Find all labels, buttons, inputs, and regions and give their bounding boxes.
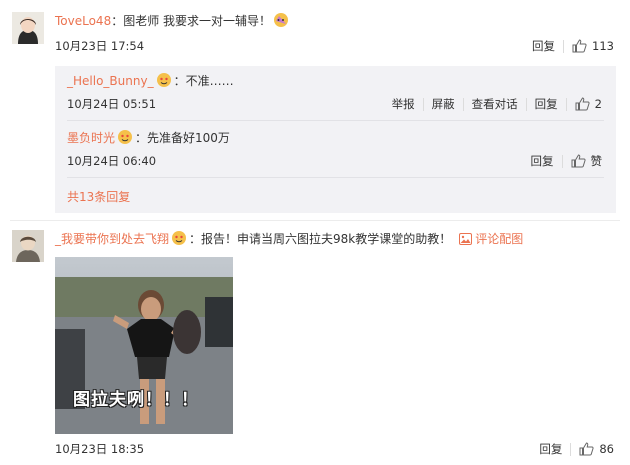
comment-text: ：图老师 我要求一对一辅导！ bbox=[111, 14, 272, 28]
comment-time: 10月23日 17:54 bbox=[55, 39, 145, 53]
emoji-icon bbox=[273, 12, 289, 28]
divider bbox=[67, 120, 604, 121]
report-button[interactable]: 举报 bbox=[392, 96, 415, 112]
comment-header: ToveLo48：图老师 我要求一对一辅导！ bbox=[55, 12, 291, 29]
comment-picture-link[interactable]: 评论配图 bbox=[459, 232, 523, 246]
reply-button[interactable]: 回复 bbox=[531, 153, 554, 169]
avatar[interactable] bbox=[12, 230, 44, 262]
reply-header: _Hello_Bunny_ ：不准…… bbox=[67, 72, 234, 89]
comment-username[interactable]: _我要带你到处去飞翔 bbox=[55, 232, 169, 246]
thumbs-up-icon bbox=[579, 442, 594, 456]
photo-caption: 图拉夫咧！！！ bbox=[73, 390, 199, 410]
divider bbox=[10, 220, 620, 221]
comment-header: _我要带你到处去飞翔 ：报告！申请当周六图拉夫98k教学课堂的助教！ 评论配图 bbox=[55, 230, 523, 249]
thumbs-up-icon bbox=[571, 154, 586, 168]
reply-username[interactable]: _Hello_Bunny_ bbox=[67, 74, 154, 88]
comment-time: 10月23日 18:35 bbox=[55, 442, 145, 456]
avatar[interactable] bbox=[12, 12, 44, 44]
reply-button[interactable]: 回复 bbox=[535, 96, 558, 112]
comment-photo[interactable]: 图拉夫咧！！！ bbox=[55, 257, 233, 434]
like-button[interactable]: 113 bbox=[572, 39, 614, 53]
view-conversation-button[interactable]: 查看对话 bbox=[472, 96, 518, 112]
reply-time: 10月24日 05:51 bbox=[67, 97, 157, 111]
reply-button[interactable]: 回复 bbox=[532, 38, 555, 54]
like-count: 86 bbox=[599, 442, 614, 456]
emoji-icon bbox=[156, 72, 172, 88]
like-label: 赞 bbox=[590, 154, 603, 168]
like-count: 2 bbox=[594, 97, 602, 111]
reply-header: 墨负时光 ：先准备好100万 bbox=[67, 129, 230, 146]
block-button[interactable]: 屏蔽 bbox=[432, 96, 455, 112]
thumbs-up-icon bbox=[575, 97, 590, 111]
like-button[interactable]: 赞 bbox=[571, 153, 603, 169]
divider bbox=[67, 177, 604, 178]
reply-list: _Hello_Bunny_ ：不准…… 10月24日 05:51 举报 屏蔽 查看… bbox=[55, 66, 616, 213]
reply-text: ：先准备好100万 bbox=[135, 131, 230, 145]
comment-picture-label: 评论配图 bbox=[475, 232, 524, 246]
comment-actions: 回复 86 bbox=[539, 441, 614, 457]
reply-button[interactable]: 回复 bbox=[539, 441, 562, 457]
divider bbox=[565, 97, 567, 111]
divider bbox=[462, 97, 464, 111]
reply-actions: 举报 屏蔽 查看对话 回复 2 bbox=[392, 96, 602, 112]
divider bbox=[570, 442, 572, 456]
like-count: 113 bbox=[592, 39, 614, 53]
picture-icon bbox=[459, 233, 473, 249]
reply-time: 10月24日 06:40 bbox=[67, 154, 157, 168]
reply-actions: 回复 赞 bbox=[531, 153, 603, 169]
expand-replies-link[interactable]: 共13条回复 bbox=[67, 188, 130, 205]
divider bbox=[563, 39, 565, 53]
reply-username[interactable]: 墨负时光 bbox=[67, 131, 115, 145]
thumbs-up-icon bbox=[572, 39, 587, 53]
emoji-icon bbox=[117, 129, 133, 145]
divider bbox=[561, 154, 563, 168]
divider bbox=[525, 97, 527, 111]
like-button[interactable]: 86 bbox=[579, 442, 614, 456]
comment-text: ：报告！申请当周六图拉夫98k教学课堂的助教！ bbox=[189, 232, 452, 246]
emoji-icon bbox=[171, 230, 187, 246]
like-button[interactable]: 2 bbox=[575, 97, 602, 111]
comment-actions: 回复 113 bbox=[532, 38, 614, 54]
divider bbox=[422, 97, 424, 111]
comment-username[interactable]: ToveLo48 bbox=[55, 14, 111, 28]
reply-text: ：不准…… bbox=[173, 74, 234, 88]
